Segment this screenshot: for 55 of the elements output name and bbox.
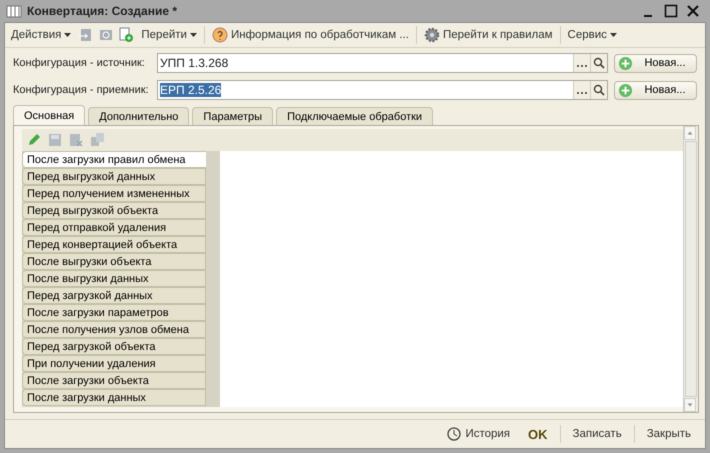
history-icon <box>446 426 462 442</box>
field-value: УПП 1.3.268 <box>160 56 228 70</box>
footer-button[interactable]: Закрыть <box>640 427 697 441</box>
toolbar-button[interactable]: Информация по обработчикам ... <box>208 25 412 45</box>
plus-icon <box>618 56 633 70</box>
handler-tab[interactable]: Перед выгрузкой данных <box>22 168 206 185</box>
handler-tab[interactable]: После выгрузки данных <box>22 270 206 287</box>
scroll-down-icon[interactable] <box>684 398 696 412</box>
gear-icon <box>424 27 440 43</box>
handler-tab[interactable]: Перед выгрузкой объекта <box>22 202 206 219</box>
caret-icon <box>610 33 617 37</box>
ok-button[interactable]: OK <box>522 426 554 442</box>
handler-tab[interactable]: После загрузки данных <box>22 389 206 406</box>
window-icon <box>6 3 22 19</box>
add-document-icon[interactable] <box>118 27 134 43</box>
tab[interactable]: Параметры <box>192 107 274 125</box>
search-icon[interactable] <box>593 57 605 69</box>
handler-tab[interactable]: После получения узлов обмена <box>22 321 206 338</box>
scrollbar[interactable] <box>683 126 698 412</box>
handler-tab[interactable]: После загрузки параметров <box>22 304 206 321</box>
window-title: Конвертация: Создание * <box>27 4 178 18</box>
caret-icon <box>64 33 72 37</box>
toolbar-button[interactable]: Перейти к правилам <box>420 25 556 45</box>
handler-tab[interactable]: После загрузки объекта <box>22 372 206 389</box>
footer-button[interactable]: Записать <box>566 427 628 441</box>
tab[interactable]: Подключаемые обработки <box>276 107 434 125</box>
new-button[interactable]: Новая... <box>614 54 697 72</box>
new-button[interactable]: Новая... <box>614 80 697 100</box>
handler-tab[interactable]: После выгрузки объекта <box>22 253 206 270</box>
pencil-icon[interactable] <box>26 132 42 148</box>
tab[interactable]: Основная <box>13 105 86 125</box>
field-label: Конфигурация - приемник: <box>13 84 150 96</box>
input-field[interactable]: УПП 1.3.268 <box>157 53 608 73</box>
handler-tab[interactable]: Перед загрузкой объекта <box>22 338 206 355</box>
scroll-up-icon[interactable] <box>684 126 696 140</box>
handler-tab[interactable]: После загрузки правил обмена <box>22 151 206 168</box>
handler-tab[interactable]: Перед загрузкой данных <box>22 287 206 304</box>
close-icon[interactable] <box>686 4 700 18</box>
maximize-icon[interactable] <box>664 4 678 18</box>
history-button[interactable]: История <box>440 425 516 443</box>
menu-button[interactable]: Действия <box>8 27 74 43</box>
tab[interactable]: Дополнительно <box>88 107 190 125</box>
handler-tab[interactable]: При получении удаления <box>22 355 206 372</box>
handler-tab[interactable]: Перед получением измененных <box>22 185 206 202</box>
search-icon[interactable] <box>593 84 605 96</box>
caret-icon <box>190 33 197 37</box>
help-icon <box>212 27 228 43</box>
handler-tab[interactable]: Перед отправкой удаления <box>22 219 206 236</box>
menu-button[interactable]: Перейти <box>138 27 200 43</box>
menu-button[interactable]: Сервис <box>564 27 620 43</box>
handler-tab[interactable]: Перед конвертацией объекта <box>22 236 206 253</box>
plus-icon <box>618 82 633 98</box>
input-field[interactable]: ЕРП 2.5.26 <box>157 80 608 100</box>
field-value: ЕРП 2.5.26 <box>160 83 222 97</box>
field-label: Конфигурация - источник: <box>13 57 146 69</box>
